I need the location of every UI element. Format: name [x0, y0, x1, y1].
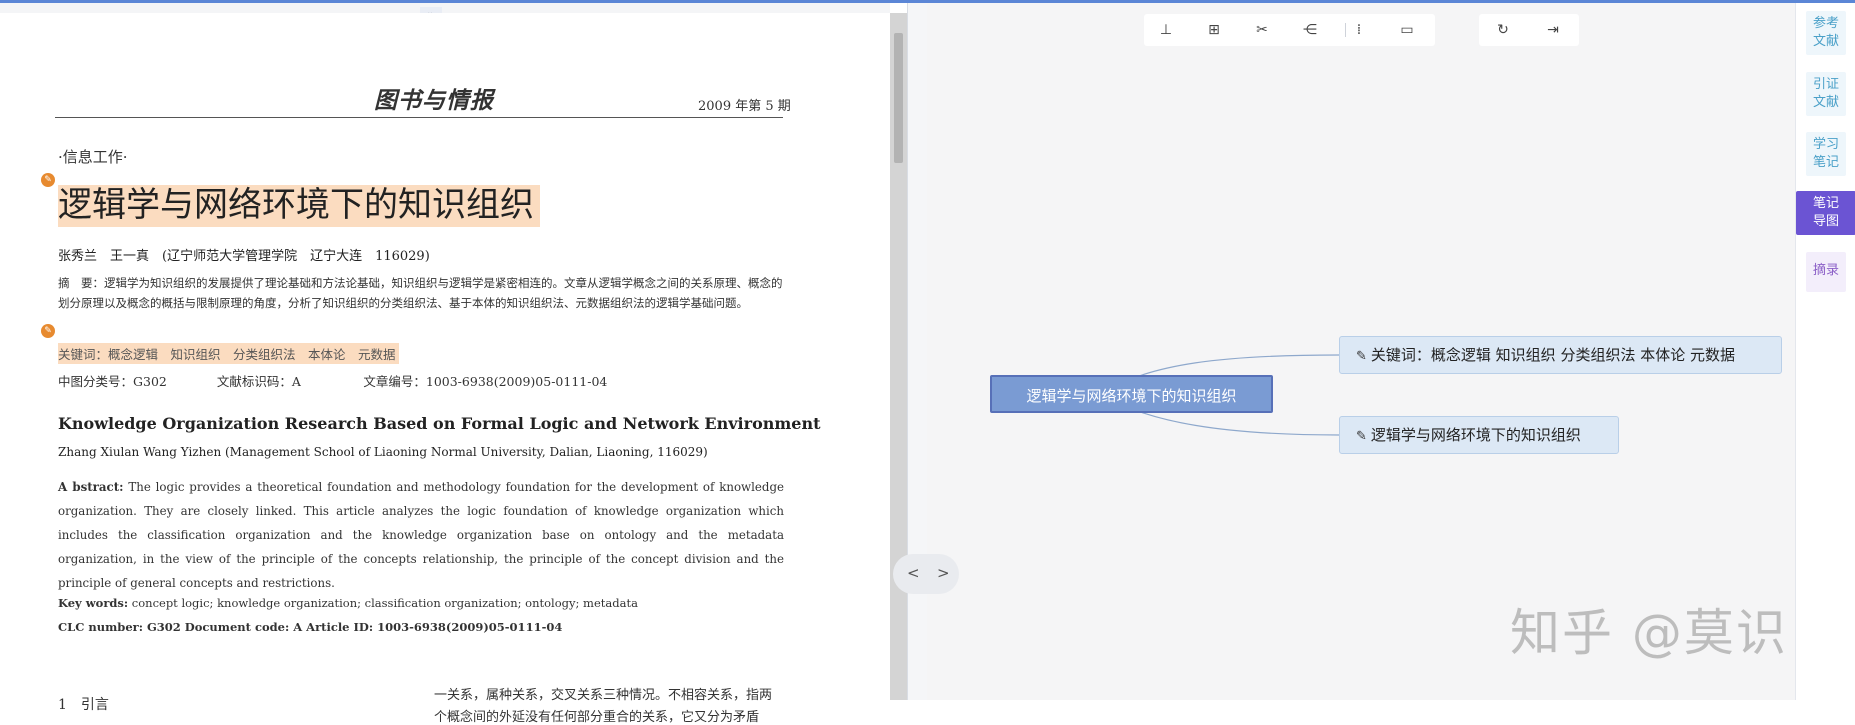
tab-excerpts[interactable]: 摘录 — [1806, 252, 1846, 292]
mind-map-child-node[interactable]: ✎ 关键词：概念逻辑 知识组织 分类组织法 本体论 元数据 — [1339, 336, 1782, 374]
english-keywords-text: concept logic; knowledge organization; c… — [128, 596, 638, 610]
section-label: ·信息工作· — [58, 148, 128, 166]
classification-line: 中图分类号：G302 文献标识码：A 文章编号：1003-6938(2009)0… — [58, 374, 608, 389]
header-divider — [55, 117, 783, 118]
english-clc-line: CLC number: G302 Document code: A Articl… — [58, 620, 563, 634]
intro-heading: 1 引言 — [58, 697, 109, 713]
authors-line: 张秀兰 王一真 (辽宁师范大学管理学院 辽宁大连 116029) — [58, 249, 430, 264]
mind-map-root-node[interactable]: 逻辑学与网络环境下的知识组织 — [990, 375, 1273, 413]
scrollbar-thumb[interactable] — [894, 33, 903, 163]
next-panel-button[interactable]: > — [937, 564, 950, 582]
body-text-line: 个概念间的外延没有任何部分重合的关系，它又分为矛盾 — [434, 710, 760, 725]
watermark: 知乎 @莫识 — [1510, 604, 1788, 662]
tab-label: 参考文献 — [1812, 16, 1839, 49]
child-node-label: 关键词：概念逻辑 知识组织 分类组织法 本体论 元数据 — [1370, 346, 1735, 364]
issue-label: 2009 年第 5 期 — [698, 99, 791, 114]
pdf-reader: » 图书与情报 2009 年第 5 期 ·信息工作· ✎ 逻辑学与网络环境下的知… — [0, 3, 907, 725]
edit-note-icon: ✎ — [1356, 429, 1367, 444]
english-keywords-label: Key words: — [58, 596, 129, 610]
tab-label: 引证文献 — [1812, 77, 1839, 110]
keywords-highlighted[interactable]: 关键词：概念逻辑 知识组织 分类组织法 本体论 元数据 — [58, 343, 399, 364]
prev-panel-button[interactable]: < — [907, 564, 920, 582]
annotation-pencil-icon[interactable]: ✎ — [41, 173, 55, 187]
mind-map-child-node[interactable]: ✎ 逻辑学与网络环境下的知识组织 — [1339, 416, 1619, 454]
article-title-highlighted[interactable]: 逻辑学与网络环境下的知识组织 — [58, 185, 540, 227]
english-keywords: Key words: concept logic; knowledge orga… — [58, 596, 638, 610]
chinese-abstract: 摘 要：逻辑学为知识组织的发展提供了理论基础和方法论基础，知识组织与逻辑学是紧密… — [58, 276, 783, 310]
tab-study-notes[interactable]: 学习笔记 — [1806, 132, 1846, 176]
edit-note-icon: ✎ — [1356, 349, 1367, 364]
english-title: Knowledge Organization Research Based on… — [58, 414, 821, 433]
body-text-line: 一关系，属种关系，交叉关系三种情况。不相容关系，指两 — [434, 688, 773, 703]
english-abstract-label: A bstract: — [58, 480, 124, 494]
annotation-pencil-icon[interactable]: ✎ — [41, 324, 55, 338]
pdf-page: 图书与情报 2009 年第 5 期 ·信息工作· ✎ 逻辑学与网络环境下的知识组… — [0, 13, 890, 725]
tab-citations[interactable]: 引证文献 — [1806, 72, 1846, 116]
english-authors: Zhang Xiulan Wang Yizhen (Management Sch… — [58, 445, 708, 459]
tab-label: 摘录 — [1812, 263, 1839, 278]
tab-note-mindmap[interactable]: 笔记导图 — [1796, 191, 1855, 235]
side-tab-bar: 参考文献 引证文献 学习笔记 笔记导图 摘录 — [1795, 3, 1855, 700]
panel-splitter[interactable] — [907, 3, 928, 700]
tab-references[interactable]: 参考文献 — [1806, 11, 1846, 55]
journal-logo: 图书与情报 — [374, 87, 494, 114]
child-node-label: 逻辑学与网络环境下的知识组织 — [1370, 426, 1581, 444]
tab-label: 学习笔记 — [1812, 137, 1839, 170]
reader-scrollbar[interactable] — [890, 13, 907, 700]
mind-map-panel: ⊥ ⊞ ✂ ⋲ ⁞ ▭ ↻ ⇥ 逻辑学与网络环境下的知识组织 ✎ 关键词：概念逻辑… — [927, 3, 1795, 700]
panel-pager: < > — [893, 554, 959, 594]
english-abstract-text: The logic provides a theoretical foundat… — [58, 480, 784, 590]
tab-label: 笔记导图 — [1812, 196, 1839, 229]
english-abstract: A bstract: The logic provides a theoreti… — [58, 475, 784, 595]
